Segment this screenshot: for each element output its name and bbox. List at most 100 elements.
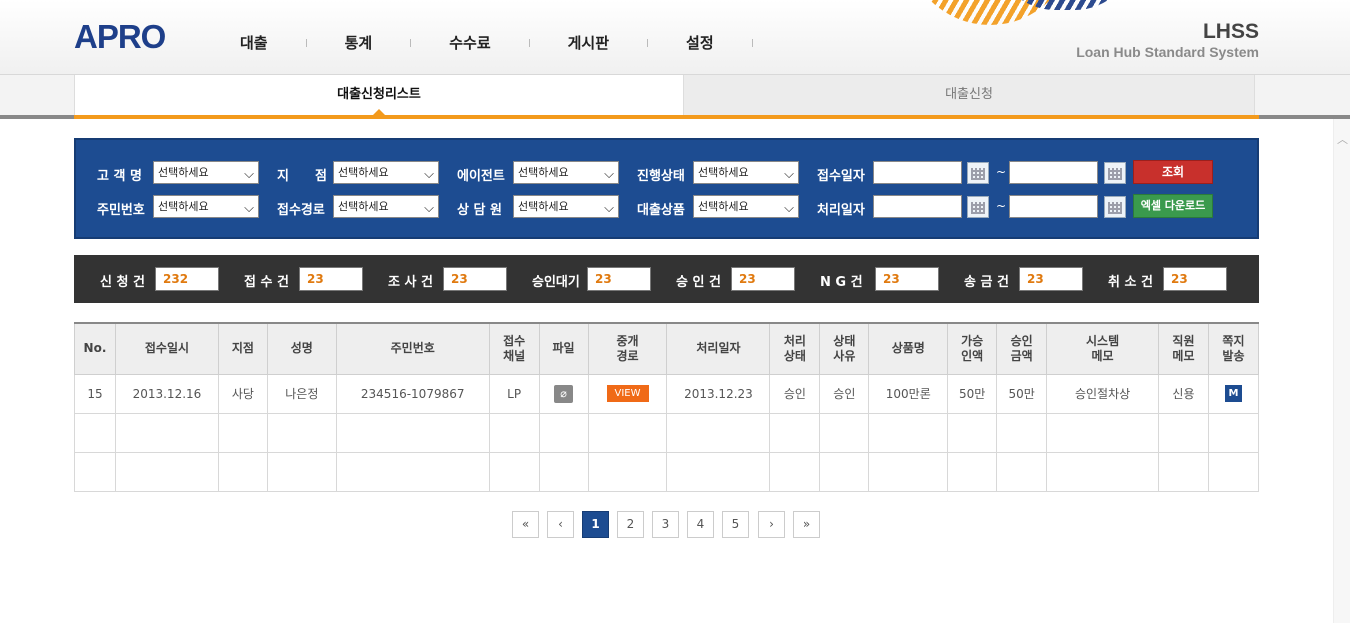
last-page-button[interactable]: »: [793, 511, 820, 538]
calendar-icon[interactable]: [1104, 162, 1126, 184]
column-header[interactable]: 직원 메모: [1157, 322, 1209, 375]
date-range-separator: ~: [996, 199, 1007, 213]
stat-value: 23: [1019, 267, 1083, 291]
tab-loan-application[interactable]: 대출신청: [684, 75, 1255, 115]
cell-approved: 50만: [996, 373, 1048, 414]
status-select[interactable]: 선택하세요 ⌵: [693, 161, 799, 184]
process-date-to-input[interactable]: [1009, 195, 1098, 218]
receipt-date-from-input[interactable]: [873, 161, 962, 184]
page-2-button[interactable]: 2: [617, 511, 644, 538]
calendar-icon[interactable]: [967, 162, 989, 184]
channel-select[interactable]: 선택하세요 ⌵: [333, 195, 439, 218]
nav-fees[interactable]: 수수료: [449, 32, 490, 53]
cell-receipt-date: 2013.12.16: [114, 373, 219, 414]
customer-name-select[interactable]: 선택하세요 ⌵: [153, 161, 259, 184]
page-5-button[interactable]: 5: [722, 511, 749, 538]
scroll-up-icon[interactable]: ︿: [1337, 131, 1348, 147]
first-page-button[interactable]: «: [512, 511, 539, 538]
cell-no: 15: [74, 373, 116, 414]
page-4-button[interactable]: 4: [687, 511, 714, 538]
nav-board[interactable]: 게시판: [568, 32, 609, 53]
stats-bar: 신 청 건 232 접 수 건 23 조 사 건 23 승인대기 23 승 인 …: [74, 255, 1259, 303]
counselor-label: 상 담 원: [457, 203, 502, 218]
date-range-separator: ~: [996, 165, 1007, 179]
vertical-scrollbar[interactable]: ︿: [1333, 119, 1350, 623]
column-header[interactable]: 주민번호: [335, 322, 490, 375]
column-header[interactable]: 시스템 메모: [1046, 322, 1159, 375]
cell-branch: 사당: [217, 373, 268, 414]
product-label: 대출상품: [637, 203, 685, 218]
paperclip-icon[interactable]: ⌀: [554, 384, 574, 403]
cell-file: ⌀: [538, 373, 589, 414]
chevron-down-icon: ⌵: [784, 201, 794, 216]
process-date-label: 처리일자: [817, 203, 865, 218]
column-header[interactable]: 상태 사유: [819, 322, 870, 375]
send-message-button[interactable]: M: [1224, 385, 1242, 402]
column-header[interactable]: 가승 인액: [947, 322, 998, 375]
column-header[interactable]: 지점: [217, 322, 268, 375]
view-button[interactable]: VIEW: [606, 385, 649, 402]
ssn-select[interactable]: 선택하세요 ⌵: [153, 195, 259, 218]
nav-settings[interactable]: 설정: [686, 32, 714, 53]
search-button[interactable]: 조회: [1133, 160, 1213, 184]
cell-pre-approved: 50만: [947, 373, 998, 414]
nav-divider: [647, 38, 649, 47]
cell-ssn: 234516-1079867: [335, 373, 490, 414]
excel-download-button[interactable]: 엑셀 다운로드: [1133, 194, 1213, 218]
customer-name-label: 고 객 명: [97, 169, 142, 184]
active-tab-pointer: [373, 109, 385, 115]
table-row-empty: [74, 412, 1260, 453]
channel-label: 접수경로: [277, 203, 325, 218]
apro-logo[interactable]: APRO: [74, 18, 166, 56]
nav-statistics[interactable]: 통계: [345, 32, 373, 53]
column-header[interactable]: 접수일시: [114, 322, 219, 375]
main-nav: 대출 통계 수수료 게시판 설정: [240, 32, 791, 53]
chevron-down-icon: ⌵: [244, 201, 254, 216]
counselor-select[interactable]: 선택하세요 ⌵: [513, 195, 619, 218]
prev-page-button[interactable]: ‹: [547, 511, 574, 538]
column-header[interactable]: 중개 경로: [587, 322, 668, 375]
calendar-icon[interactable]: [967, 196, 989, 218]
sub-tabs: 대출신청리스트 대출신청: [0, 75, 1350, 119]
column-header[interactable]: 처리 상태: [769, 322, 821, 375]
process-date-from-input[interactable]: [873, 195, 962, 218]
table-row[interactable]: 15 2013.12.16 사당 나은정 234516-1079867 LP ⌀…: [74, 373, 1260, 414]
column-header[interactable]: 쪽지 발송: [1207, 322, 1260, 375]
column-header[interactable]: 상품명: [868, 322, 949, 375]
column-header[interactable]: 성명: [266, 322, 337, 375]
column-header[interactable]: 처리일자: [666, 322, 771, 375]
chevron-down-icon: ⌵: [424, 201, 434, 216]
cell-name[interactable]: 나은정: [266, 373, 337, 414]
product-select[interactable]: 선택하세요 ⌵: [693, 195, 799, 218]
column-header[interactable]: 승인 금액: [996, 322, 1048, 375]
chevron-down-icon: ⌵: [424, 167, 434, 182]
nav-loan[interactable]: 대출: [240, 32, 268, 53]
next-page-button[interactable]: ›: [758, 511, 785, 538]
calendar-icon[interactable]: [1104, 196, 1126, 218]
cell-process-date: 2013.12.23: [666, 373, 771, 414]
nav-divider: [751, 38, 753, 47]
branch-select[interactable]: 선택하세요 ⌵: [333, 161, 439, 184]
stat-label: 승인대기: [532, 275, 580, 290]
cell-route: VIEW: [587, 373, 668, 414]
branch-label: 지 점: [277, 169, 327, 184]
agent-select[interactable]: 선택하세요 ⌵: [513, 161, 619, 184]
page-3-button[interactable]: 3: [652, 511, 679, 538]
top-header: APRO 대출 통계 수수료 게시판 설정 LHSS Loan Hub Stan…: [0, 0, 1350, 75]
stat-value: 23: [443, 267, 507, 291]
column-header[interactable]: 접수 채널: [488, 322, 540, 375]
column-header[interactable]: 파일: [538, 322, 589, 375]
nav-divider: [528, 38, 530, 47]
cell-status: 승인: [769, 373, 821, 414]
page-1-button[interactable]: 1: [582, 511, 609, 538]
column-header[interactable]: No.: [74, 322, 116, 375]
brand-title: LHSS: [1202, 20, 1259, 43]
stat-label: 승 인 건: [676, 275, 721, 290]
system-brand: LHSS Loan Hub Standard System: [1076, 20, 1259, 60]
nav-divider: [410, 38, 412, 47]
stat-label: N G 건: [820, 275, 863, 290]
chevron-down-icon: ⌵: [604, 201, 614, 216]
cell-reason: 승인: [819, 373, 870, 414]
receipt-date-to-input[interactable]: [1009, 161, 1098, 184]
search-panel: 고 객 명 선택하세요 ⌵ 지 점 선택하세요 ⌵ 에이전트 선택하세요 ⌵ 진행상태…: [74, 138, 1259, 239]
